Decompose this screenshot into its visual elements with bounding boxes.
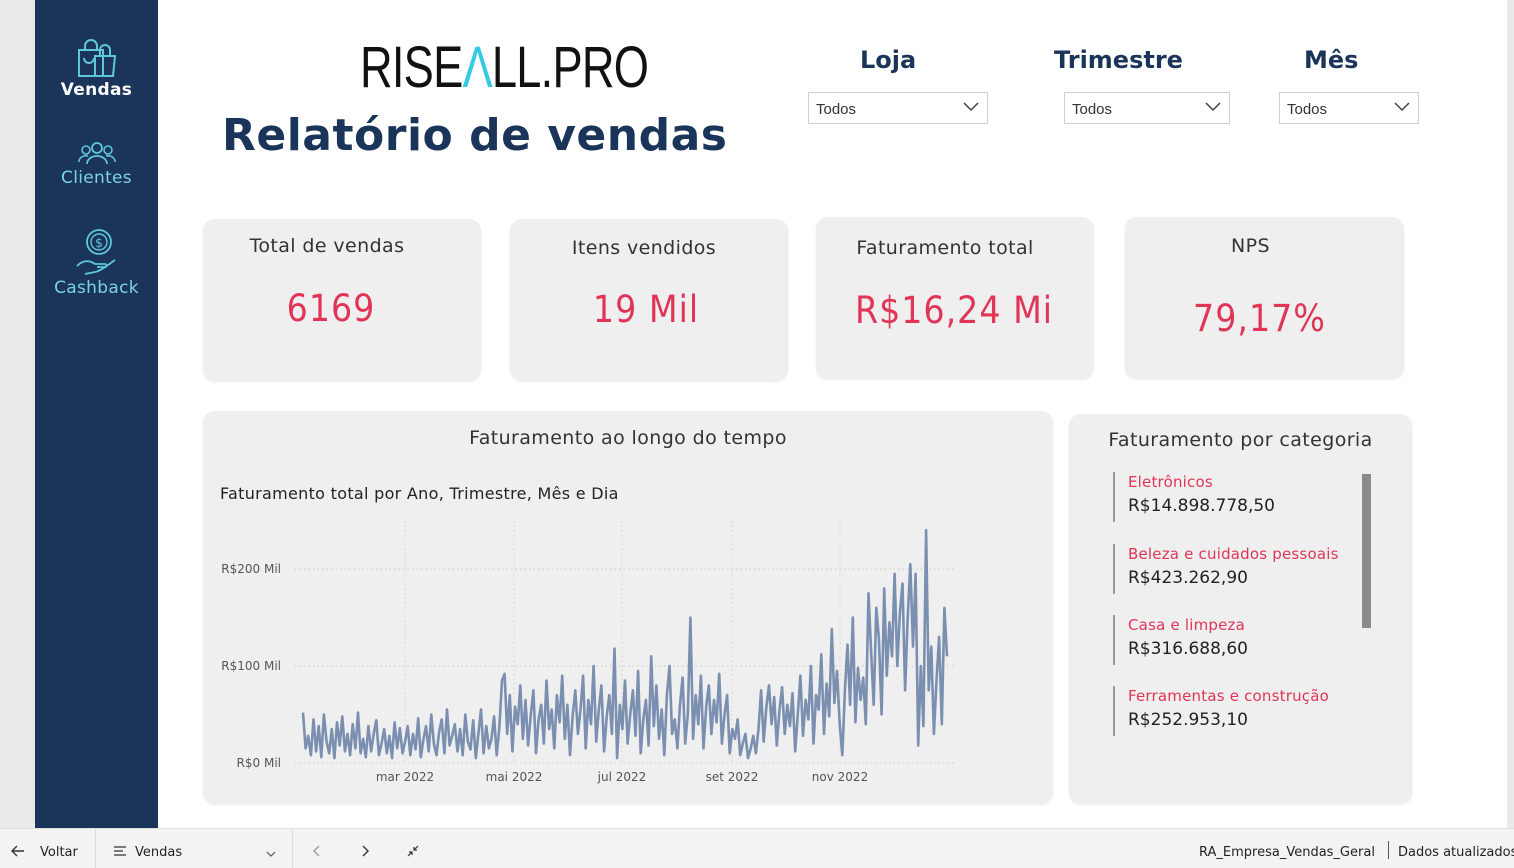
back-label: Voltar xyxy=(40,845,78,860)
nav-label-clientes: Clientes xyxy=(61,168,132,188)
kpi-title: NPS xyxy=(1231,235,1270,257)
kpi-card-nps: NPS 79,17% xyxy=(1125,217,1404,379)
chevron-down-icon xyxy=(266,851,276,857)
kpi-card-total-vendas: Total de vendas 6169 xyxy=(203,219,481,381)
chevron-down-icon xyxy=(963,102,979,112)
next-page-button[interactable] xyxy=(359,829,371,868)
nav-item-cashback[interactable]: $ Cashback xyxy=(35,226,158,298)
x-tick-label: set 2022 xyxy=(706,770,759,784)
y-tick-label: R$0 Mil xyxy=(237,756,281,770)
nav-label-vendas: Vendas xyxy=(60,80,133,100)
divider xyxy=(292,829,293,868)
report-app: Vendas Clientes $ Cashback RISEΛLL.PRO R… xyxy=(0,0,1514,868)
page-selector[interactable]: Vendas xyxy=(113,829,283,868)
nav-item-clientes[interactable]: Clientes xyxy=(35,140,158,188)
previous-page-button[interactable] xyxy=(311,829,323,868)
kpi-title: Faturamento total xyxy=(856,237,1034,259)
kpi-title: Itens vendidos xyxy=(571,237,717,259)
revenue-timeline-card: Faturamento ao longo do tempo Faturament… xyxy=(203,411,1053,804)
dataset-name: RA_Empresa_Vendas_Geral xyxy=(1199,845,1375,860)
category-item[interactable]: Casa e limpeza R$316.688,60 xyxy=(1113,615,1363,665)
category-name: Casa e limpeza xyxy=(1128,616,1245,634)
category-value: R$316.688,60 xyxy=(1128,639,1248,659)
category-value: R$423.262,90 xyxy=(1128,568,1248,588)
loja-dropdown-value: Todos xyxy=(816,101,857,118)
logo-accent: Λ xyxy=(462,35,492,100)
x-tick-label: jul 2022 xyxy=(597,770,647,784)
arrow-left-icon xyxy=(11,845,24,857)
loja-dropdown[interactable]: Todos xyxy=(808,92,988,124)
nav-label-cashback: Cashback xyxy=(54,278,139,298)
divider xyxy=(95,829,96,868)
brand-logo: RISEΛLL.PRO xyxy=(360,35,649,100)
mes-dropdown[interactable]: Todos xyxy=(1279,92,1419,124)
back-button[interactable]: Voltar xyxy=(10,829,78,868)
sidebar: Vendas Clientes $ Cashback xyxy=(35,0,158,828)
revenue-line-chart[interactable]: R$0 Mil R$100 Mil R$200 Mil mar 2022 mai 202… xyxy=(203,411,1053,804)
nav-item-vendas[interactable]: Vendas xyxy=(35,36,158,100)
x-tick-label: mar 2022 xyxy=(376,770,434,784)
chevron-down-icon xyxy=(1205,102,1221,112)
page-selector-label: Vendas xyxy=(135,845,183,860)
menu-lines-icon xyxy=(114,846,126,856)
category-name: Eletrônicos xyxy=(1128,473,1213,491)
mes-dropdown-value: Todos xyxy=(1287,101,1328,118)
category-name: Beleza e cuidados pessoais xyxy=(1128,545,1339,563)
logo-prefix: RISE xyxy=(360,35,463,100)
y-tick-label: R$200 Mil xyxy=(221,562,281,576)
filter-label-trimestre: Trimestre xyxy=(1054,46,1183,74)
kpi-value: 6169 xyxy=(286,287,376,330)
chevron-down-icon xyxy=(1394,102,1410,112)
filter-label-mes: Mês xyxy=(1304,46,1359,74)
category-scrollbar[interactable] xyxy=(1362,474,1371,628)
kpi-card-faturamento-total: Faturamento total R$16,24 Mi xyxy=(816,217,1094,379)
collapse-button[interactable] xyxy=(406,829,420,868)
trimestre-dropdown[interactable]: Todos xyxy=(1064,92,1230,124)
divider xyxy=(1388,841,1389,859)
revenue-series-line[interactable] xyxy=(301,528,949,760)
kpi-value: 19 Mil xyxy=(592,288,700,331)
trimestre-dropdown-value: Todos xyxy=(1072,101,1113,118)
category-value: R$14.898.778,50 xyxy=(1128,496,1275,516)
x-tick-label: mai 2022 xyxy=(486,770,543,784)
bottom-navigation-bar: Voltar Vendas RA_Empresa_Vendas_Geral Da… xyxy=(0,828,1514,868)
category-name: Ferramentas e construção xyxy=(1128,687,1330,705)
refresh-status: Dados atualizados xyxy=(1398,845,1514,860)
x-tick-label: nov 2022 xyxy=(812,770,868,784)
category-item[interactable]: Ferramentas e construção R$252.953,10 xyxy=(1113,686,1363,736)
filter-label-loja: Loja xyxy=(860,46,917,74)
chevron-right-icon xyxy=(362,845,369,857)
y-tick-label: R$100 Mil xyxy=(221,659,281,673)
category-item[interactable]: Beleza e cuidados pessoais R$423.262,90 xyxy=(1113,544,1363,594)
collapse-arrows-icon xyxy=(407,845,419,857)
logo-suffix: LL.PRO xyxy=(491,35,649,100)
kpi-title: Total de vendas xyxy=(249,235,405,257)
users-icon xyxy=(77,142,116,165)
svg-text:$: $ xyxy=(95,236,103,250)
chevron-left-icon xyxy=(313,845,320,857)
cashback-hand-icon: $ xyxy=(75,229,115,275)
category-value: R$252.953,10 xyxy=(1128,710,1248,730)
category-revenue-card: Faturamento por categoria Eletrônicos R$… xyxy=(1069,414,1412,804)
category-card-title: Faturamento por categoria xyxy=(1108,429,1373,451)
category-item[interactable]: Eletrônicos R$14.898.778,50 xyxy=(1113,472,1363,522)
page-title: Relatório de vendas xyxy=(222,110,728,161)
shopping-bag-icon xyxy=(77,39,116,77)
kpi-card-itens-vendidos: Itens vendidos 19 Mil xyxy=(510,219,788,381)
kpi-value: 79,17% xyxy=(1193,297,1326,340)
kpi-value: R$16,24 Mi xyxy=(854,289,1054,332)
